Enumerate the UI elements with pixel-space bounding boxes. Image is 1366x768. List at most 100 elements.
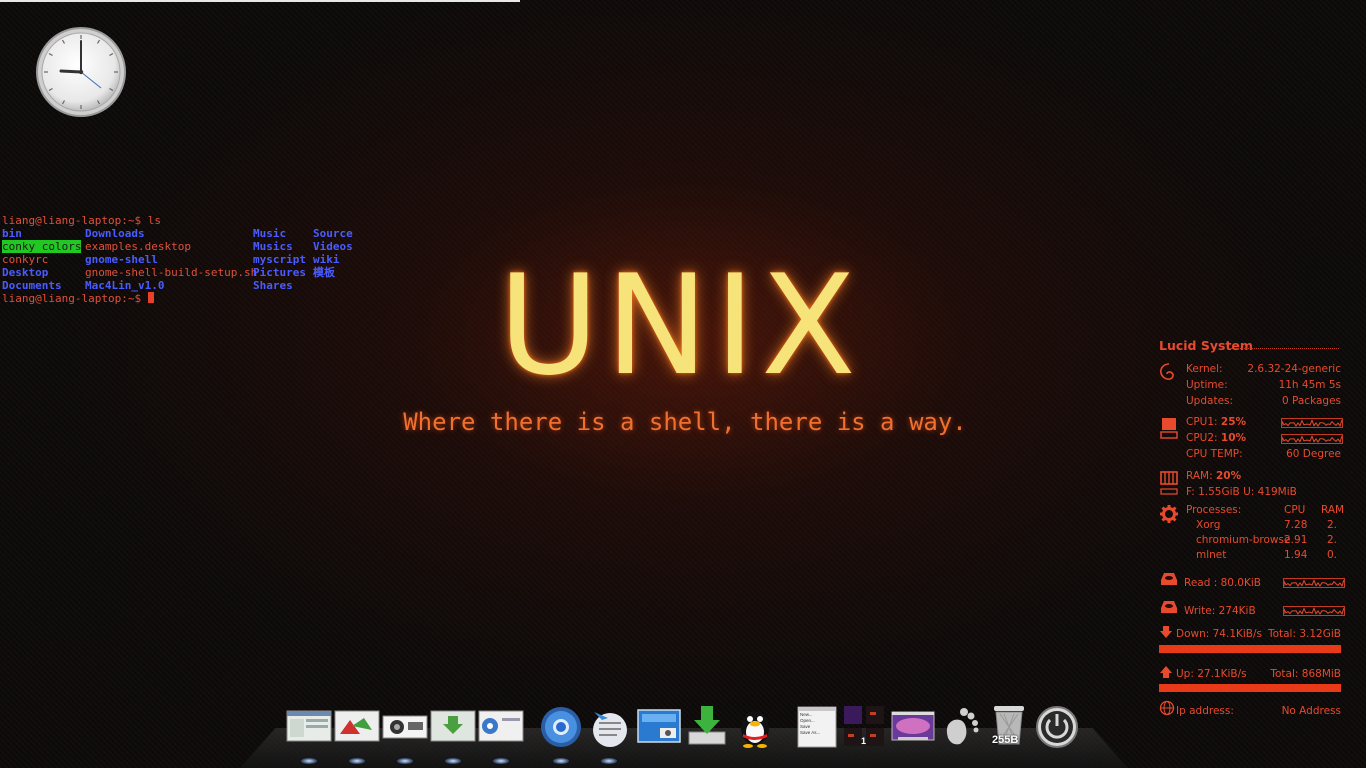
window-thumbnail-3-icon[interactable] <box>382 704 428 748</box>
ram-icon <box>1160 471 1178 495</box>
down-total: Total: 3.12GiB <box>1267 628 1341 640</box>
up-total: Total: 868MiB <box>1270 668 1341 680</box>
disk-write-label: Write: 274KiB <box>1184 605 1256 617</box>
download-icon[interactable] <box>684 704 730 748</box>
text-cursor <box>147 292 154 303</box>
cpu-temp-value: 60 Degree <box>1286 448 1341 460</box>
arrow-down-icon <box>1160 626 1172 638</box>
disk-read-label: Read : 80.0KiB <box>1184 577 1261 589</box>
ls-entry: gnome-shell <box>85 253 158 266</box>
ls-entry: wiki <box>313 253 340 266</box>
running-indicator <box>397 758 413 764</box>
ls-entry: bin <box>2 227 22 240</box>
workspace-switcher-icon[interactable]: 1 <box>842 704 888 748</box>
process-cpu: 1.94 <box>1284 549 1308 561</box>
cpu-temp-label: CPU TEMP: <box>1186 448 1243 460</box>
kernel-label: Kernel: <box>1186 363 1223 375</box>
kernel-value: 2.6.32-24-generic <box>1247 363 1341 375</box>
down-speed: Down: 74.1KiB/s <box>1176 628 1263 640</box>
process-name: mlnet <box>1196 549 1227 561</box>
dock: New... Open... Save Save As... 1 255B <box>240 700 1128 768</box>
running-indicator <box>493 758 509 764</box>
cpu1-row: CPU1: 25% <box>1186 416 1246 428</box>
ls-entry: Downloads <box>85 227 145 240</box>
mail-icon[interactable] <box>586 704 632 748</box>
terminal-output[interactable]: liang@liang-laptop:~$ ls bin conky colors… <box>2 214 402 305</box>
terminal-prompt[interactable]: liang@liang-laptop:~$ <box>2 292 402 305</box>
header-divider <box>1231 348 1339 349</box>
ls-entry: examples.desktop <box>85 240 191 253</box>
wallpaper-title: UNIX <box>498 245 862 406</box>
window-thumbnail-2-icon[interactable] <box>334 704 380 748</box>
cpu2-graph <box>1281 434 1343 444</box>
proc-ram-header: RAM <box>1321 504 1345 516</box>
ip-label: Ip address: <box>1176 705 1234 717</box>
top-panel-edge <box>0 0 520 2</box>
ls-entry: Documents <box>2 279 62 292</box>
up-speed: Up: 27.1KiB/s <box>1176 668 1247 680</box>
running-indicator <box>301 758 317 764</box>
uptime-label: Uptime: <box>1186 379 1228 391</box>
globe-icon <box>1159 700 1175 716</box>
disk-write-icon <box>1161 601 1177 613</box>
disk-read-icon <box>1161 573 1177 585</box>
debian-swirl-icon <box>1160 363 1174 380</box>
window-thumbnail-1-icon[interactable] <box>286 704 332 748</box>
process-cpu: 7.28 <box>1284 519 1308 531</box>
workspace-number: 1 <box>861 736 867 746</box>
chromium-icon[interactable] <box>538 704 584 748</box>
ls-entry: Source <box>313 227 353 240</box>
prompt-text: liang@liang-laptop:~$ <box>2 292 148 305</box>
ls-entry: conkyrc <box>2 253 49 266</box>
clock-widget <box>36 27 126 117</box>
ls-entry: Pictures <box>253 266 306 279</box>
ram-row: RAM: 20% <box>1186 470 1241 482</box>
ram-value: 20% <box>1216 470 1242 482</box>
ram-label: RAM: <box>1186 470 1216 482</box>
cpu1-value: 25% <box>1220 416 1247 428</box>
trash-icon[interactable]: 255B <box>986 704 1032 748</box>
running-indicator <box>553 758 569 764</box>
disk-write-graph <box>1283 606 1345 616</box>
terminal-command-line: liang@liang-laptop:~$ ls <box>2 214 161 227</box>
ram-detail: F: 1.55GiB U: 419MiB <box>1186 486 1297 498</box>
process-name: Xorg <box>1196 519 1221 531</box>
qq-penguin-icon[interactable] <box>732 704 778 748</box>
cpu2-value: 10% <box>1220 432 1247 444</box>
window-thumbnail-4-icon[interactable] <box>430 704 476 748</box>
trash-size: 255B <box>992 734 1019 746</box>
cpu2-label: CPU2: <box>1186 432 1221 444</box>
ls-entry: Videos <box>313 240 353 253</box>
process-ram: 0. <box>1327 549 1338 561</box>
ip-value: No Address <box>1281 705 1341 717</box>
ls-entry: Mac4Lin_v1.0 <box>85 279 165 292</box>
file-menu-list: New... Open... Save Save As... <box>800 712 820 736</box>
upload-bar <box>1159 684 1341 692</box>
process-name: chromium-browse <box>1196 534 1291 546</box>
wallpaper-tagline: Where there is a shell, there is a way. <box>403 408 967 436</box>
power-icon[interactable] <box>1034 704 1080 748</box>
ls-output: bin conky colors conkyrc Desktop Documents Do… <box>2 227 402 292</box>
updates-value: 0 Packages <box>1281 395 1341 407</box>
disk-read-graph <box>1283 578 1345 588</box>
process-ram: 2. <box>1327 534 1338 546</box>
gear-icon <box>1160 505 1178 523</box>
file-menu-icon[interactable]: New... Open... Save Save As... <box>794 704 840 748</box>
uptime-value: 11h 45m 5s <box>1278 379 1341 391</box>
window-thumbnail-5-icon[interactable] <box>478 704 524 748</box>
screenshot-icon[interactable] <box>636 704 682 748</box>
process-cpu: 2.91 <box>1284 534 1308 546</box>
gnome-foot-icon[interactable] <box>938 704 984 748</box>
ls-entry: conky colors <box>2 240 82 253</box>
desktop[interactable]: liang@liang-laptop:~$ ls bin conky colors… <box>0 0 1366 768</box>
menu-item-save-as: Save As... <box>800 730 821 735</box>
updates-label: Updates: <box>1186 395 1234 407</box>
conky-header: Lucid System <box>1159 338 1253 353</box>
running-indicator <box>445 758 461 764</box>
ls-entry: 模板 <box>313 266 335 279</box>
cpu2-row: CPU2: 10% <box>1186 432 1246 444</box>
proc-cpu-header: CPU <box>1284 504 1306 516</box>
ls-entry: Musics <box>253 240 293 253</box>
running-indicator <box>601 758 617 764</box>
desktop-preview-icon[interactable] <box>890 704 936 748</box>
